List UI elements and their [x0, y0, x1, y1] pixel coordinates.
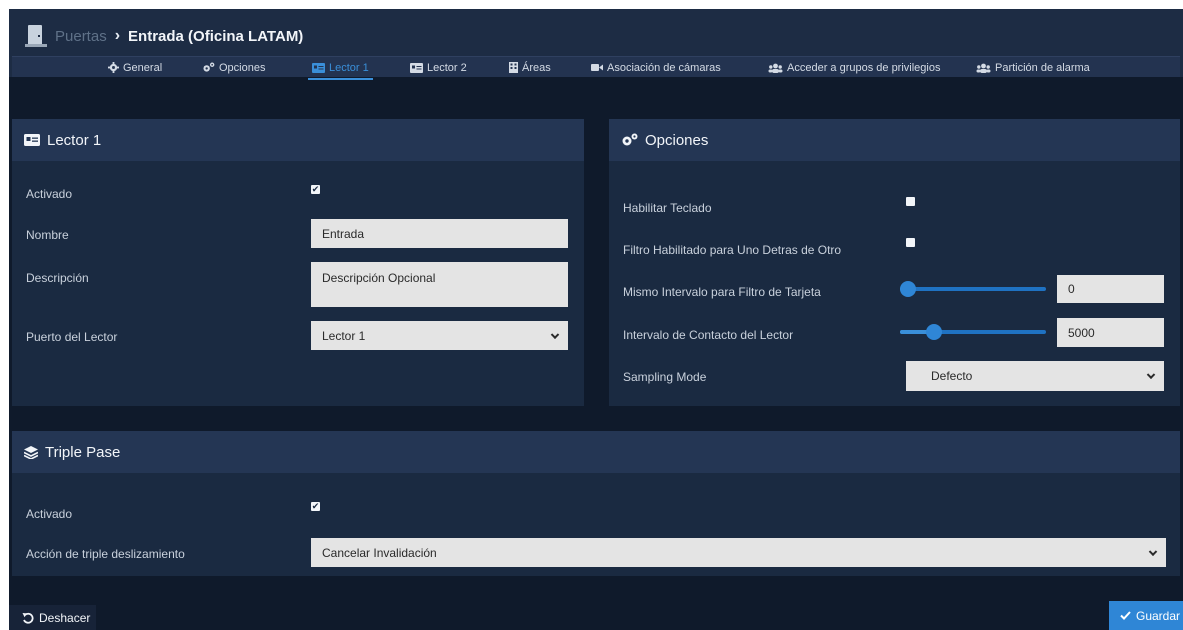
- triple-activado-label: Activado: [26, 507, 73, 521]
- users-icon: [976, 63, 991, 73]
- undo-button-label: Deshacer: [39, 610, 91, 625]
- undo-icon: [22, 612, 34, 624]
- contacto-slider-thumb[interactable]: [926, 324, 942, 340]
- activado-label: Activado: [26, 187, 73, 201]
- tab-label: General: [123, 61, 163, 74]
- puerto-select-value: Lector 1: [322, 328, 366, 343]
- layers-icon: [24, 445, 38, 459]
- video-camera-icon: [591, 64, 603, 71]
- gears-icon: [622, 133, 638, 146]
- lector-panel: Lector 1 Activado ✔ Nombre Entrada Descr…: [12, 119, 584, 406]
- card-reader-icon: [410, 62, 423, 73]
- check-icon: [1120, 611, 1131, 620]
- accion-label: Acción de triple deslizamiento: [26, 547, 185, 561]
- building-icon: [509, 62, 518, 73]
- accion-select-value: Cancelar Invalidación: [322, 545, 437, 560]
- filtro-checkbox[interactable]: [906, 238, 915, 247]
- tab-label: Áreas: [522, 61, 551, 74]
- triple-pase-panel: Triple Pase Activado ✔ Acción de triple …: [12, 431, 1180, 576]
- tab-label: Asociación de cámaras: [607, 61, 721, 74]
- triple-pase-panel-title: Triple Pase: [45, 443, 121, 461]
- tab-label: Opciones: [219, 61, 266, 74]
- mismo-intervalo-label: Mismo Intervalo para Filtro de Tarjeta: [623, 285, 821, 299]
- gear-icon: [108, 62, 119, 73]
- breadcrumb: Puertas › Entrada (Oficina LATAM): [25, 21, 303, 51]
- activado-checkbox[interactable]: ✔: [311, 185, 320, 194]
- puerto-select[interactable]: Lector 1: [311, 321, 568, 350]
- descripcion-textarea[interactable]: Descripción Opcional: [311, 262, 568, 307]
- card-reader-icon: [24, 134, 40, 146]
- nombre-input[interactable]: Entrada: [311, 219, 568, 248]
- breadcrumb-parent-link[interactable]: Puertas: [55, 28, 107, 45]
- sampling-select[interactable]: Defecto: [906, 361, 1164, 391]
- tab-bar: General Opciones Lector 1 Lector 2 Áreas…: [12, 56, 1180, 80]
- mismo-intervalo-slider-thumb[interactable]: [900, 281, 916, 297]
- mismo-intervalo-input[interactable]: 0: [1057, 275, 1164, 303]
- tab-grupos-privilegios[interactable]: Acceder a grupos de privilegios: [768, 57, 940, 78]
- opciones-panel-header: Opciones: [609, 119, 1180, 161]
- tab-label: Partición de alarma: [995, 61, 1090, 74]
- tab-general[interactable]: General: [108, 57, 162, 78]
- tab-lector-1[interactable]: Lector 1: [308, 57, 373, 80]
- gears-icon: [203, 62, 215, 72]
- app-window: Puertas › Entrada (Oficina LATAM) Genera…: [9, 9, 1183, 630]
- contacto-input[interactable]: 5000: [1057, 318, 1164, 347]
- triple-pase-panel-header: Triple Pase: [12, 431, 1180, 473]
- mismo-intervalo-slider[interactable]: [900, 281, 1046, 297]
- triple-activado-checkbox[interactable]: ✔: [311, 502, 320, 511]
- nombre-label: Nombre: [26, 228, 69, 242]
- door-icon: [25, 25, 47, 47]
- chevron-down-icon: [550, 330, 560, 339]
- undo-button[interactable]: Deshacer: [9, 605, 96, 630]
- tab-lector-2[interactable]: Lector 2: [410, 57, 467, 78]
- opciones-panel: Opciones Habilitar Teclado Filtro Habili…: [609, 119, 1180, 406]
- breadcrumb-separator-icon: ›: [114, 27, 121, 44]
- lector-panel-header: Lector 1: [12, 119, 584, 161]
- save-button-label: Guardar: [1136, 608, 1181, 623]
- users-icon: [768, 63, 783, 73]
- chevron-down-icon: [1148, 547, 1158, 556]
- tab-label: Acceder a grupos de privilegios: [787, 61, 941, 74]
- filtro-label: Filtro Habilitado para Uno Detras de Otr…: [623, 243, 842, 257]
- contacto-label: Intervalo de Contacto del Lector: [623, 328, 794, 342]
- teclado-label: Habilitar Teclado: [623, 201, 712, 215]
- opciones-panel-title: Opciones: [645, 131, 709, 149]
- descripcion-label: Descripción: [26, 271, 89, 285]
- tab-camaras[interactable]: Asociación de cámaras: [591, 57, 721, 78]
- tab-particion-alarma[interactable]: Partición de alarma: [976, 57, 1090, 78]
- card-reader-icon: [312, 62, 325, 73]
- page-title: Entrada (Oficina LATAM): [128, 27, 304, 45]
- accion-select[interactable]: Cancelar Invalidación: [311, 538, 1166, 567]
- sampling-label: Sampling Mode: [623, 370, 707, 384]
- save-button[interactable]: Guardar: [1109, 601, 1183, 630]
- page-header: Puertas › Entrada (Oficina LATAM) Genera…: [9, 9, 1183, 80]
- teclado-checkbox[interactable]: [906, 197, 915, 206]
- lector-panel-title: Lector 1: [47, 131, 102, 149]
- contacto-slider[interactable]: [900, 324, 1046, 340]
- sampling-select-value: Defecto: [931, 369, 973, 383]
- chevron-down-icon: [1146, 370, 1156, 380]
- tab-opciones[interactable]: Opciones: [202, 57, 265, 78]
- tab-areas[interactable]: Áreas: [509, 57, 551, 78]
- puerto-label: Puerto del Lector: [26, 330, 118, 344]
- tab-label: Lector 1: [329, 61, 369, 74]
- tab-label: Lector 2: [427, 61, 467, 74]
